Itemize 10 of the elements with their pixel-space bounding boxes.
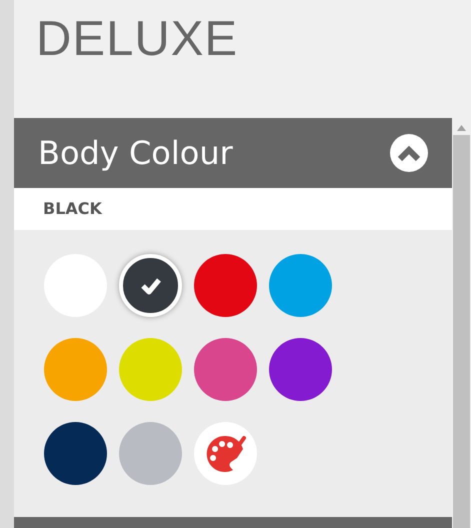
collapse-button[interactable] [390, 134, 428, 172]
scrollbar-thumb[interactable] [453, 135, 470, 528]
panel-title: Body Colour [38, 133, 233, 174]
scroll-up-arrow-icon[interactable] [457, 125, 466, 131]
colour-swatch[interactable] [119, 254, 182, 317]
page-title: DELUXE [35, 11, 240, 68]
check-icon [140, 276, 162, 294]
selected-colour-name: BLACK [43, 198, 102, 220]
panel-header[interactable]: Body Colour [14, 118, 452, 188]
chevron-up-icon [397, 145, 421, 161]
